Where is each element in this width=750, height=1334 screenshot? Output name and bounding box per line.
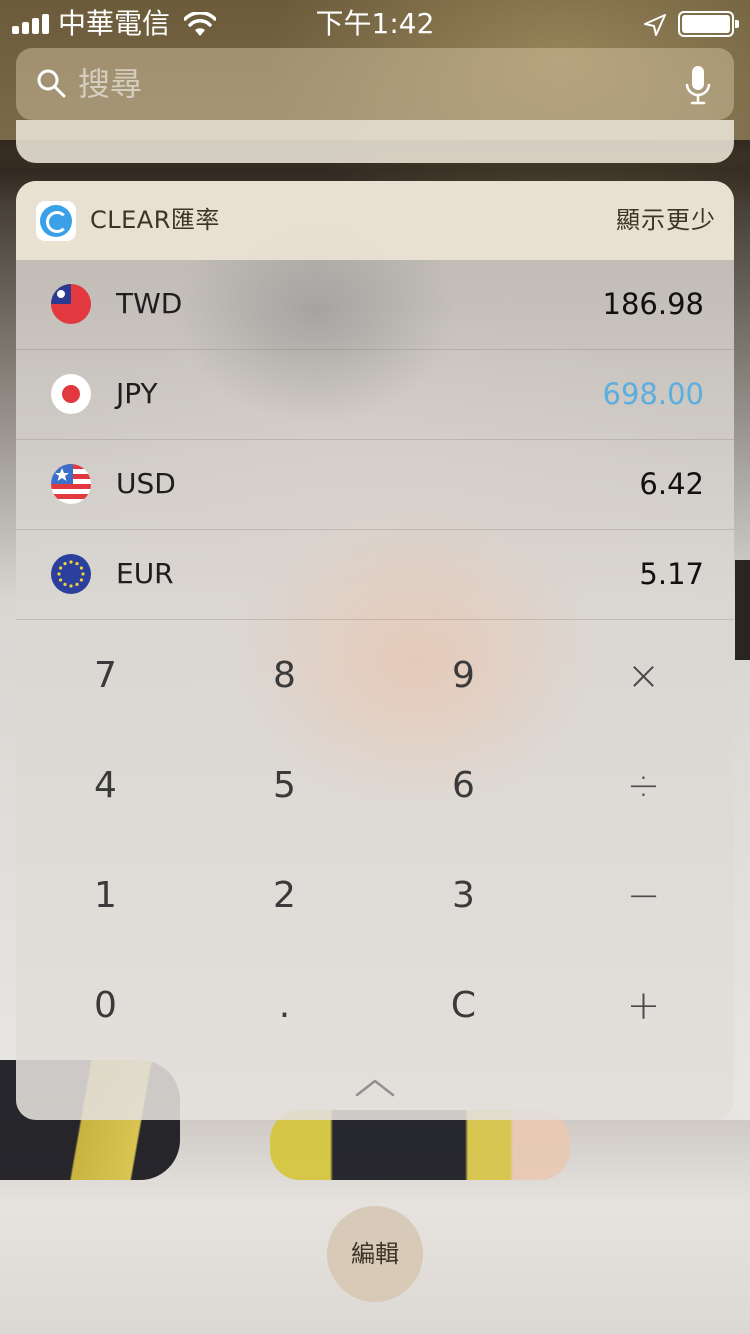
key-4[interactable]: 4 — [16, 731, 195, 841]
currency-code: USD — [116, 467, 176, 500]
currency-row-jpy[interactable]: JPY 698.00 — [16, 350, 734, 440]
currency-row-usd[interactable]: USD 6.42 — [16, 440, 734, 530]
background-sock-right — [270, 1110, 570, 1180]
clock: 下午1:42 — [315, 7, 435, 40]
location-icon — [644, 14, 666, 36]
search-bar[interactable]: 搜尋 — [16, 48, 734, 120]
app-name: CLEAR匯率 — [90, 206, 220, 234]
subtract-key[interactable]: − — [554, 841, 733, 951]
eu-flag-icon — [51, 554, 91, 594]
currency-amount: 5.17 — [639, 557, 704, 591]
multiply-key[interactable]: × — [554, 621, 733, 731]
battery-icon — [678, 11, 739, 37]
currency-code: EUR — [116, 557, 174, 590]
key-3[interactable]: 3 — [374, 841, 553, 951]
currency-row-twd[interactable]: TWD 186.98 — [16, 260, 734, 350]
divide-key[interactable]: ÷ — [554, 731, 733, 841]
background-photo-detail — [735, 560, 750, 660]
microphone-icon[interactable] — [684, 64, 712, 106]
clear-key[interactable]: C — [374, 951, 553, 1061]
add-key[interactable]: + — [554, 951, 733, 1061]
app-icon — [36, 201, 76, 241]
key-6[interactable]: 6 — [374, 731, 553, 841]
key-7[interactable]: 7 — [16, 621, 195, 731]
currency-code: JPY — [116, 377, 158, 410]
japan-flag-icon — [51, 374, 91, 414]
currency-amount: 6.42 — [639, 467, 704, 501]
chevron-up-icon[interactable] — [355, 1075, 395, 1099]
search-input[interactable]: 搜尋 — [78, 64, 142, 104]
key-0[interactable]: 0 — [16, 951, 195, 1061]
taiwan-flag-icon — [51, 284, 91, 324]
status-bar: 中華電信 下午1:42 — [0, 0, 750, 48]
currency-amount: 186.98 — [602, 287, 704, 321]
decimal-key[interactable]: . — [195, 951, 374, 1061]
edit-button[interactable]: 編輯 — [327, 1206, 423, 1302]
key-1[interactable]: 1 — [16, 841, 195, 951]
currency-row-eur[interactable]: EUR 5.17 — [16, 530, 734, 620]
key-9[interactable]: 9 — [374, 621, 553, 731]
show-less-button[interactable]: 顯示更少 — [616, 203, 716, 237]
key-5[interactable]: 5 — [195, 731, 374, 841]
currency-amount-active: 698.00 — [602, 377, 704, 411]
currency-widget: CLEAR匯率 顯示更少 TWD 186.98 JPY 698.00 USD 6… — [16, 181, 734, 1120]
widget-header[interactable]: CLEAR匯率 顯示更少 — [16, 181, 734, 260]
currency-list: TWD 186.98 JPY 698.00 USD 6.42 EUR 5.17 — [16, 260, 734, 620]
key-8[interactable]: 8 — [195, 621, 374, 731]
currency-code: TWD — [116, 287, 183, 320]
keypad: 7 8 9 × 4 5 6 ÷ 1 2 3 − 0 . C + — [16, 621, 734, 1061]
previous-widget — [16, 120, 734, 163]
search-icon — [37, 69, 66, 98]
key-2[interactable]: 2 — [195, 841, 374, 951]
usa-flag-icon — [51, 464, 91, 504]
